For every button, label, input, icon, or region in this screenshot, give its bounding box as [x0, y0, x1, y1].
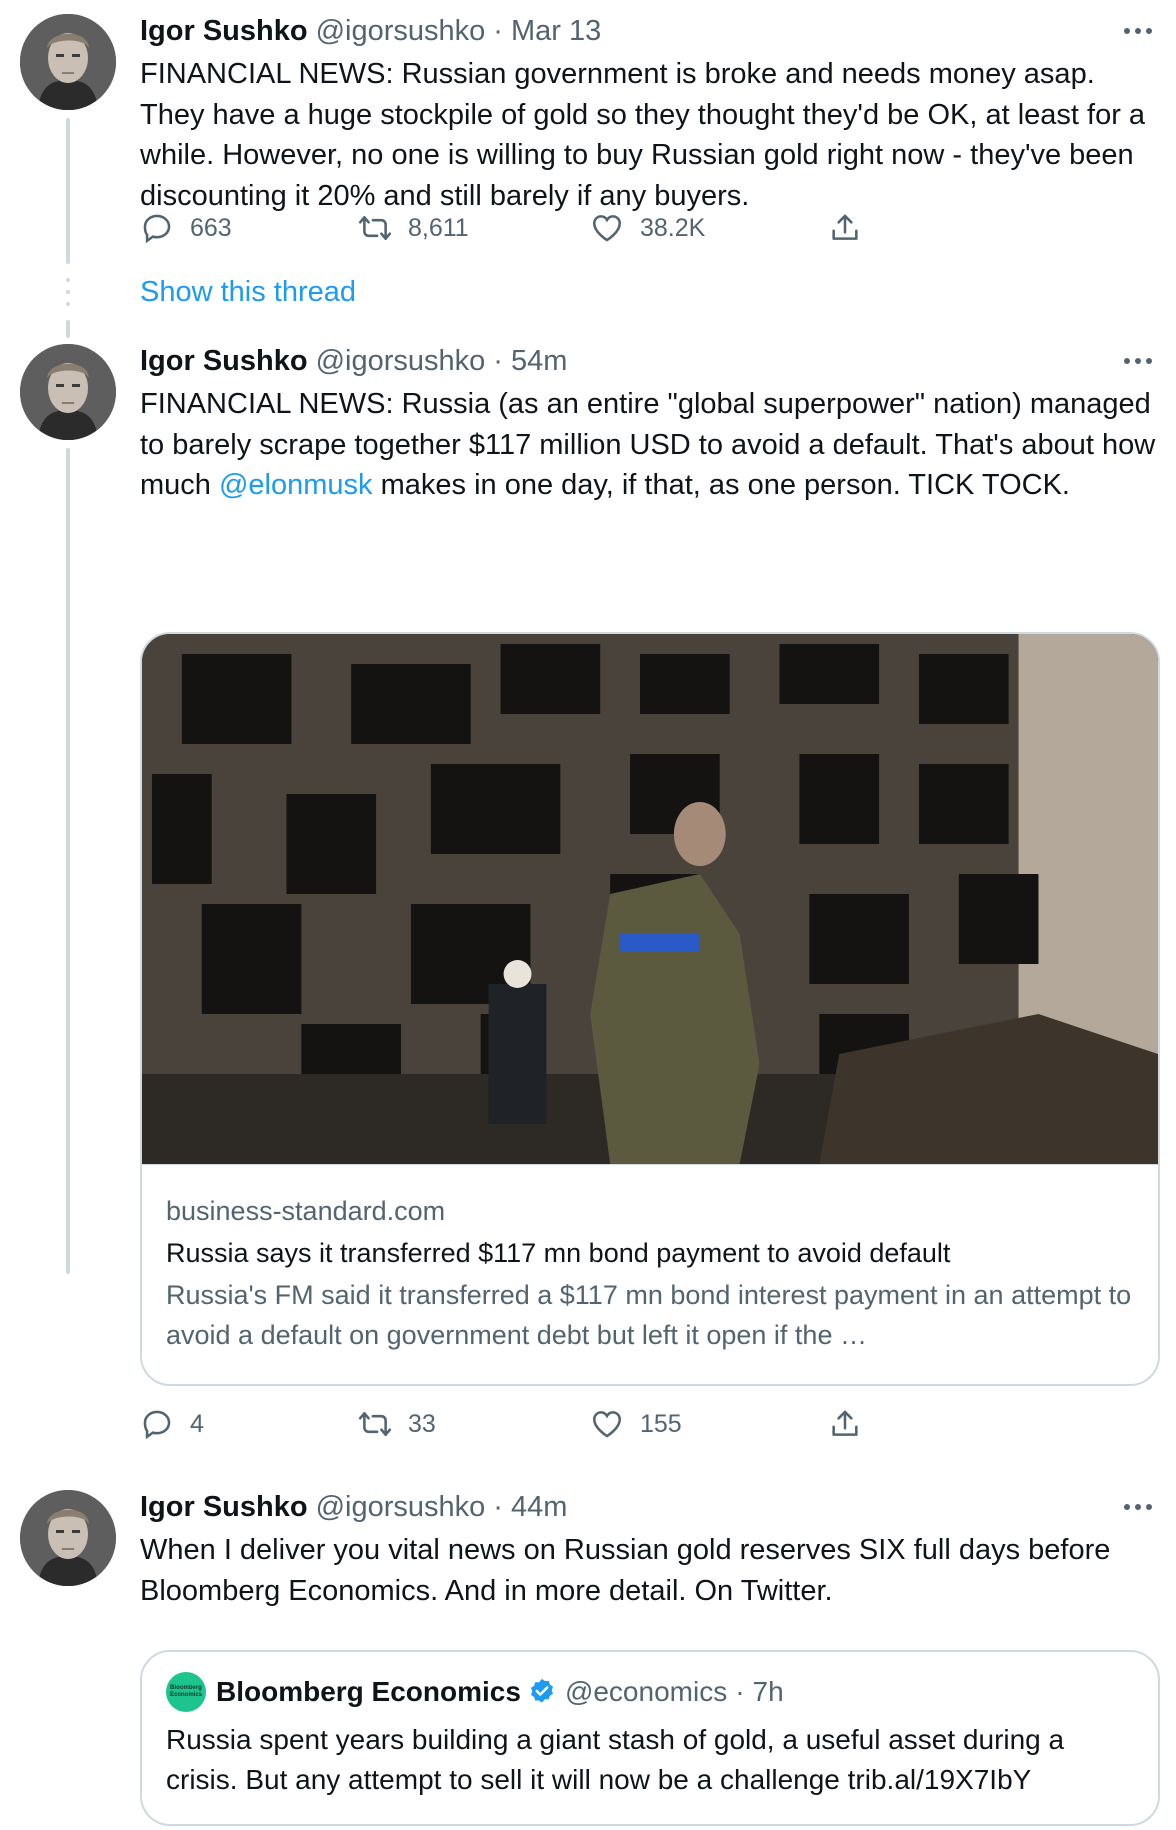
retweet-icon — [358, 216, 392, 240]
author-name[interactable]: Igor Sushko — [140, 1491, 308, 1524]
like-count: 38.2K — [640, 213, 706, 242]
thread-line-3 — [66, 448, 70, 1274]
share-button[interactable] — [828, 208, 862, 248]
thread-line-1 — [66, 118, 70, 264]
author-handle[interactable]: @igorsushko — [316, 15, 486, 48]
quote-avatar[interactable]: Bloomberg Economics — [166, 1672, 206, 1712]
reply-icon — [143, 214, 171, 244]
separator-dot: · — [493, 1490, 503, 1523]
separator-dot: · — [735, 1676, 745, 1707]
avatar[interactable] — [20, 1490, 116, 1586]
link-card[interactable]: business-standard.com Russia says it tra… — [140, 632, 1160, 1386]
retweet-button[interactable]: 8,611 — [358, 208, 469, 248]
separator-dot: · — [493, 14, 503, 47]
action-bar: 663 8,611 38.2K — [140, 208, 1156, 248]
quoted-tweet[interactable]: Bloomberg Economics Bloomberg Economics @… — [140, 1650, 1160, 1826]
like-button[interactable]: 155 — [590, 1404, 682, 1444]
like-button[interactable]: 38.2K — [590, 208, 705, 248]
thread-dots — [66, 278, 70, 314]
avatar-portrait — [20, 344, 116, 440]
quote-author-name[interactable]: Bloomberg Economics — [216, 1676, 521, 1708]
avatar-logo-line-1: Bloomberg — [170, 1685, 202, 1691]
like-icon — [592, 1411, 622, 1438]
tweet-header: Igor Sushko @igorsushko · 54m — [140, 344, 1156, 378]
timestamp[interactable]: 54m — [511, 345, 567, 378]
avatar-portrait — [20, 1490, 116, 1586]
tweet-text: When I deliver you vital news on Russian… — [140, 1534, 1111, 1607]
mention-link[interactable]: @elonmusk — [219, 469, 373, 501]
more-icon[interactable] — [1120, 1490, 1156, 1524]
avatar[interactable] — [20, 14, 116, 110]
more-icon[interactable] — [1120, 14, 1156, 48]
card-body: business-standard.com Russia says it tra… — [142, 1164, 1158, 1355]
tweet-header: Igor Sushko @igorsushko · Mar 13 — [140, 14, 1156, 48]
author-handle[interactable]: @igorsushko — [316, 345, 486, 378]
reply-count: 663 — [190, 213, 232, 242]
retweet-count: 33 — [408, 1409, 436, 1438]
quote-timestamp[interactable]: 7h — [753, 1676, 784, 1708]
reply-count: 4 — [190, 1409, 204, 1438]
timestamp[interactable]: Mar 13 — [511, 15, 601, 48]
author-name[interactable]: Igor Sushko — [140, 15, 308, 48]
avatar-portrait — [20, 14, 116, 110]
retweet-button[interactable]: 33 — [358, 1404, 436, 1444]
card-image[interactable] — [142, 634, 1158, 1164]
author-name[interactable]: Igor Sushko — [140, 345, 308, 378]
tweet-text: FINANCIAL NEWS: Russia (as an entire "gl… — [140, 384, 1156, 506]
thread-line-2 — [66, 320, 70, 338]
separator-dot: · — [493, 344, 503, 377]
like-count: 155 — [640, 1409, 682, 1438]
quote-text: Russia spent years building a giant stas… — [166, 1724, 1065, 1795]
tweet-text: FINANCIAL NEWS: Russian government is br… — [140, 58, 1146, 212]
reply-button[interactable]: 663 — [140, 208, 232, 248]
verified-icon — [530, 1678, 553, 1703]
timestamp[interactable]: 44m — [511, 1491, 567, 1524]
like-icon — [592, 215, 622, 242]
quote-header: Bloomberg Economics Bloomberg Economics @… — [166, 1672, 1134, 1712]
action-bar: 4 33 155 — [140, 1404, 1156, 1444]
tweet-header: Igor Sushko @igorsushko · 44m — [140, 1490, 1156, 1524]
card-title: Russia says it transferred $117 mn bond … — [166, 1238, 951, 1268]
more-icon[interactable] — [1120, 344, 1156, 378]
author-handle[interactable]: @igorsushko — [316, 1491, 486, 1524]
show-thread-link[interactable]: Show this thread — [140, 276, 356, 309]
reply-button[interactable]: 4 — [140, 1404, 204, 1444]
share-button[interactable] — [828, 1404, 862, 1444]
card-description: Russia's FM said it transferred a $117 m… — [166, 1280, 1132, 1350]
reply-icon — [143, 1410, 171, 1440]
retweet-count: 8,611 — [408, 213, 469, 242]
card-domain: business-standard.com — [166, 1196, 446, 1226]
avatar[interactable] — [20, 344, 116, 440]
tweet-text-part-2: makes in one day, if that, as one person… — [372, 469, 1070, 501]
avatar-logo-line-2: Economics — [169, 1692, 202, 1698]
quote-author-handle[interactable]: @economics — [565, 1676, 727, 1708]
share-icon — [832, 1410, 858, 1436]
share-icon — [832, 214, 858, 240]
retweet-icon — [358, 1412, 392, 1436]
